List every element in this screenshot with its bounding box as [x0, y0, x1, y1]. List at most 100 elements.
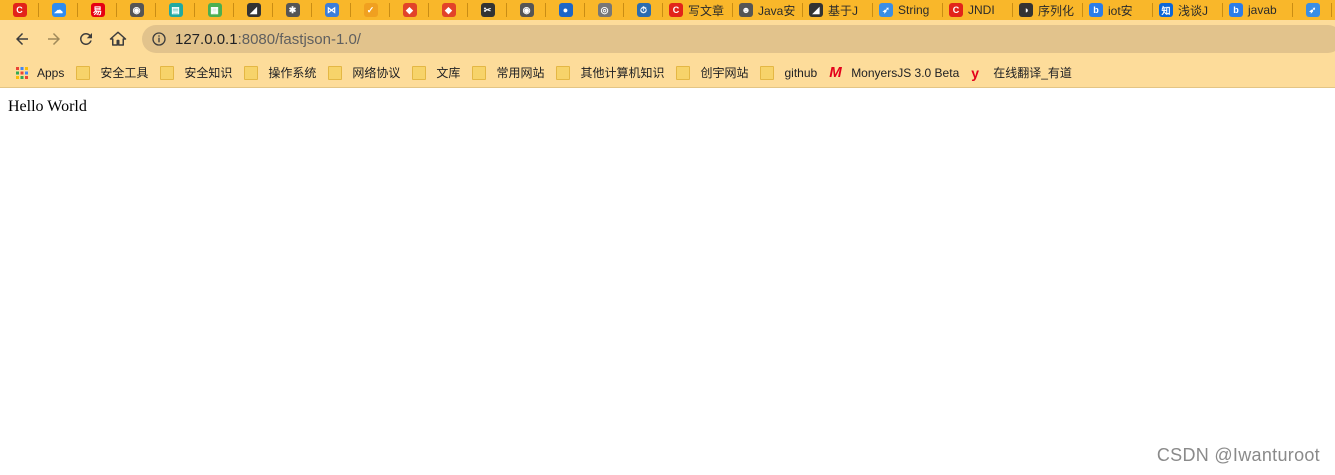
rocket-icon: ➶	[1305, 3, 1320, 17]
bookmark-label: 文库	[436, 66, 461, 80]
tab-title: javab	[1248, 3, 1277, 17]
browser-tab[interactable]: b javab	[1223, 0, 1293, 20]
reload-button[interactable]	[70, 23, 102, 55]
browser-tab[interactable]: ✱	[273, 0, 312, 20]
arrow-right-icon	[48, 33, 60, 45]
tab-title: 浅谈J	[1178, 3, 1209, 18]
bing-icon: b	[1089, 3, 1103, 17]
monyers-m-icon: M	[829, 63, 842, 81]
tab-title: JNDI	[968, 3, 995, 17]
globe-icon: ◉	[519, 3, 534, 17]
csdn-icon: C	[949, 3, 963, 17]
browser-tab[interactable]: ◆	[429, 0, 468, 20]
gear-icon: ✱	[285, 3, 300, 17]
back-button[interactable]	[6, 23, 38, 55]
home-icon	[109, 31, 127, 46]
browser-tab[interactable]: ◢ 基于J	[803, 0, 873, 20]
bookmark-item[interactable]: 安全知识	[157, 61, 241, 85]
chrome-check-icon: ✓	[363, 3, 378, 17]
eye-icon: ◎	[597, 3, 612, 17]
folder-icon	[676, 65, 691, 80]
tab-title: iot安	[1108, 3, 1133, 18]
folder-icon	[556, 65, 571, 80]
gitlab-icon: ◆	[402, 3, 417, 17]
reload-icon	[79, 32, 92, 45]
bookmark-label: 安全知识	[184, 66, 233, 80]
yi-icon: 易	[90, 3, 105, 17]
folder-icon	[160, 65, 175, 80]
browser-tab[interactable]: ◉	[117, 0, 156, 20]
browser-tab[interactable]: ✓	[351, 0, 390, 20]
browser-tab[interactable]: ◎	[585, 0, 624, 20]
browser-tab[interactable]: C 写文章	[663, 0, 733, 20]
browser-tab[interactable]: C	[0, 0, 39, 20]
browser-tab[interactable]: ☻ Java安	[733, 0, 803, 20]
browser-tab[interactable]: ▦	[195, 0, 234, 20]
url-text[interactable]: 127.0.0.1:8080/fastjson-1.0/	[175, 31, 361, 48]
bookmark-label: 常用网站	[496, 66, 545, 80]
hello-world-text: Hello World	[8, 98, 87, 115]
csdn-icon: C	[12, 3, 27, 17]
url-host: 127.0.0.1	[175, 30, 238, 48]
bookmark-item[interactable]: 安全工具	[73, 61, 157, 85]
folder-icon	[244, 65, 259, 80]
browser-toolbar: 127.0.0.1:8080/fastjson-1.0/	[0, 20, 1335, 58]
browser-tab[interactable]: ✂	[468, 0, 507, 20]
bookmark-item[interactable]: 文库	[409, 61, 469, 85]
bookmark-item[interactable]: 操作系统	[241, 61, 325, 85]
app-icon: ●	[558, 3, 573, 17]
vscode-icon: ⋈	[324, 3, 339, 17]
browser-tab[interactable]: ➶	[1293, 0, 1332, 20]
address-bar[interactable]: 127.0.0.1:8080/fastjson-1.0/	[142, 25, 1335, 53]
browser-tab[interactable]: ◢	[234, 0, 273, 20]
tab-title: String	[898, 3, 930, 17]
browser-tab[interactable]: C JNDI	[943, 0, 1013, 20]
browser-tab[interactable]: ◆	[390, 0, 429, 20]
folder-icon	[328, 65, 343, 80]
bookmark-item[interactable]: 网络协议	[325, 61, 409, 85]
bookmark-item[interactable]: Apps	[12, 61, 73, 85]
folder-icon	[412, 65, 427, 80]
document-icon: ▤	[168, 3, 183, 17]
csdn-icon: C	[669, 3, 683, 17]
browser-tab[interactable]: b iot安	[1083, 0, 1153, 20]
browser-tab[interactable]: ➶ String	[873, 0, 943, 20]
clock-icon: ⏱	[636, 3, 651, 17]
cloud-icon: ☁	[51, 3, 66, 17]
bookmark-label: Apps	[37, 65, 65, 80]
bookmark-label: MonyersJS 3.0 Beta	[851, 65, 960, 80]
bookmark-item[interactable]: 常用网站	[469, 61, 553, 85]
browser-tab[interactable]: 易	[78, 0, 117, 20]
tab-title: 基于J	[828, 3, 859, 18]
browser-tab[interactable]: ◑ 序列化	[1013, 0, 1083, 20]
bing-icon: b	[1229, 3, 1243, 17]
browser-tab[interactable]: 知浅谈J	[1153, 0, 1223, 20]
forward-button[interactable]	[38, 23, 70, 55]
bookmark-item[interactable]: 其他计算机知识	[553, 61, 673, 85]
info-icon[interactable]	[151, 31, 167, 47]
browser-tab[interactable]: ▤	[156, 0, 195, 20]
bookmark-item[interactable]: M MonyersJS 3.0 Beta	[826, 61, 968, 85]
zhihu-style-icon: ◢	[809, 3, 823, 17]
tab-title: 序列化	[1038, 3, 1075, 18]
globe-icon: ◉	[129, 3, 144, 17]
folder-icon	[760, 65, 775, 80]
bookmark-item[interactable]: github	[757, 61, 826, 85]
bookmark-item[interactable]: 创宇网站	[673, 61, 757, 85]
bookmark-label: 网络协议	[352, 66, 401, 80]
gitlab-icon: ◆	[441, 3, 456, 17]
home-button[interactable]	[102, 23, 134, 55]
browser-tab[interactable]: ⏱	[624, 0, 663, 20]
zhihu-style-icon: ◢	[246, 3, 261, 17]
bookmark-label: 在线翻译_有道	[993, 66, 1072, 80]
browser-tab[interactable]: ☁	[39, 0, 78, 20]
browser-tab[interactable]: ⋈	[312, 0, 351, 20]
github-icon: ◑	[1019, 3, 1033, 17]
avatar-icon: ☻	[739, 3, 753, 17]
browser-tab[interactable]: ◉	[507, 0, 546, 20]
tab-title: Java安	[758, 3, 796, 18]
bookmark-item[interactable]: y 在线翻译_有道	[968, 61, 1081, 85]
youdao-icon: y	[971, 64, 980, 81]
browser-tab[interactable]: ●	[546, 0, 585, 20]
scissors-icon: ✂	[480, 3, 495, 17]
